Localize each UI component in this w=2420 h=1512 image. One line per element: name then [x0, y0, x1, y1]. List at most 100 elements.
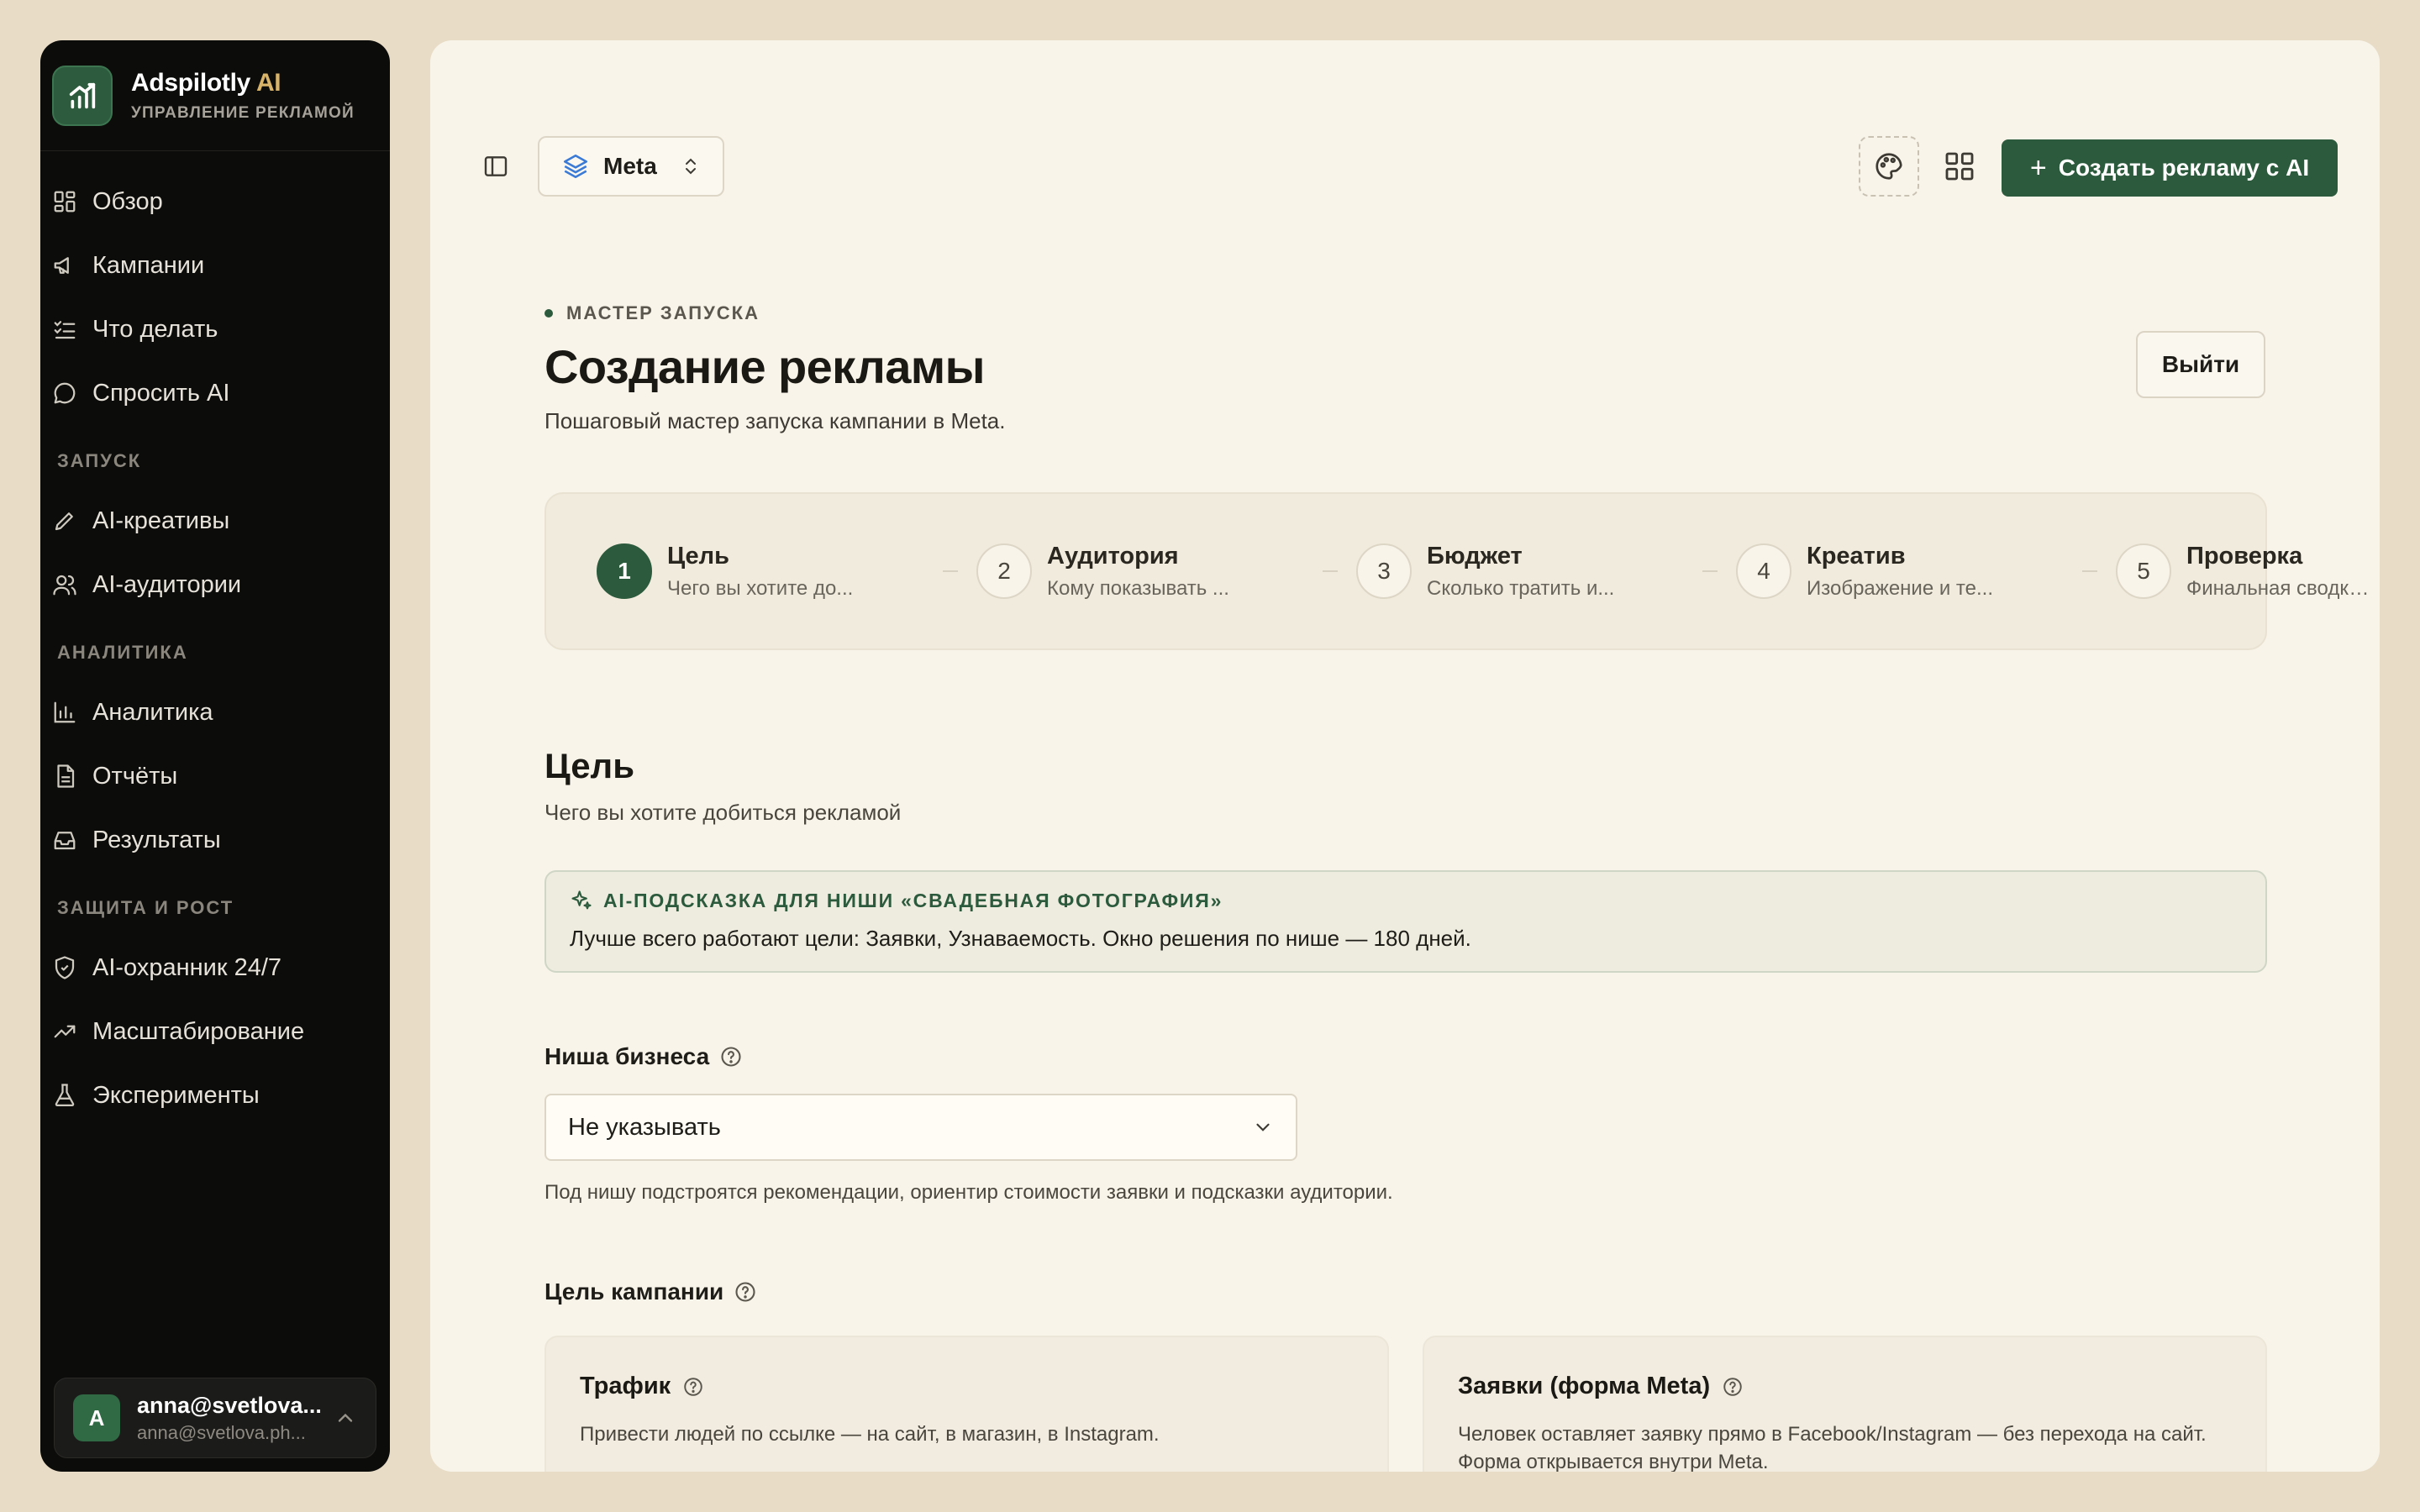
- main-panel: Meta + Создать рекламу с AI МАСТЕР ЗАПУС…: [430, 40, 2380, 1472]
- niche-select-value: Не указывать: [568, 1113, 721, 1141]
- step-title: Креатив: [1807, 542, 1906, 570]
- inbox-icon: [54, 832, 76, 850]
- exit-button[interactable]: Выйти: [2136, 331, 2265, 398]
- chevron-up-icon: [338, 1413, 353, 1422]
- card-title: Трафик: [580, 1373, 671, 1399]
- trending-up-icon: [54, 1025, 76, 1038]
- eyebrow-label: МАСТЕР ЗАПУСКА: [566, 302, 760, 323]
- apps-grid-icon[interactable]: [1943, 150, 1976, 183]
- brand-logo-icon: [52, 65, 113, 126]
- help-circle-icon[interactable]: [1722, 1376, 1744, 1398]
- sidebar-item-label: Аналитика: [92, 698, 213, 726]
- step-title: Бюджет: [1427, 542, 1523, 570]
- sidebar-item-scaling[interactable]: Масштабирование: [40, 1000, 390, 1063]
- brand-subtitle: УПРАВЛЕНИЕ РЕКЛАМОЙ: [131, 103, 355, 122]
- sidebar-item-todo[interactable]: Что делать: [40, 297, 390, 361]
- chat-icon: [54, 382, 76, 404]
- sidebar-item-ai-guard[interactable]: AI-охранник 24/7: [40, 936, 390, 1000]
- sidebar-item-label: Результаты: [92, 826, 221, 853]
- sidebar-item-results[interactable]: Результаты: [40, 808, 390, 872]
- step-goal[interactable]: 1 Цель Чего вы хотите до...: [597, 543, 924, 601]
- flask-icon: [55, 1084, 75, 1106]
- niche-select[interactable]: Не указывать: [544, 1094, 1297, 1161]
- sidebar-item-label: AI-охранник 24/7: [92, 953, 282, 981]
- sidebar-item-label: AI-креативы: [92, 507, 230, 534]
- plus-icon: +: [2029, 151, 2047, 184]
- section-title: Цель: [544, 746, 635, 785]
- help-circle-icon[interactable]: [719, 1045, 743, 1068]
- sidebar-item-ai-audiences[interactable]: AI-аудитории: [40, 553, 390, 617]
- card-description: Привести людей по ссылке — на сайт, в ма…: [580, 1423, 1160, 1446]
- niche-label: Ниша бизнеса: [544, 1043, 743, 1070]
- step-title: Проверка: [2186, 542, 2303, 570]
- sidebar-item-overview[interactable]: Обзор: [40, 170, 390, 234]
- sidebar-item-label: AI-аудитории: [92, 570, 242, 598]
- page-title: Создание рекламы: [544, 340, 985, 393]
- step-number: 2: [976, 543, 1032, 599]
- checklist-icon: [54, 321, 76, 339]
- sidebar-item-label: Эксперименты: [92, 1081, 260, 1109]
- brand-accent: AI: [255, 68, 281, 97]
- sidebar-item-ask-ai[interactable]: Спросить AI: [40, 361, 390, 425]
- step-creative[interactable]: 4 Креатив Изображение и те...: [1736, 543, 2064, 601]
- user-menu[interactable]: A anna@svetlova... anna@svetlova.ph...: [54, 1378, 376, 1458]
- section-subtitle: Чего вы хотите добиться рекламой: [544, 800, 902, 825]
- step-title: Цель: [667, 542, 729, 570]
- page-subtitle: Пошаговый мастер запуска кампании в Meta…: [544, 408, 1006, 433]
- sidebar-toggle-icon[interactable]: [482, 153, 509, 180]
- eyebrow: МАСТЕР ЗАПУСКА: [544, 302, 760, 324]
- brand[interactable]: Adspilotly AI УПРАВЛЕНИЕ РЕКЛАМОЙ: [40, 40, 390, 151]
- sidebar-item-label: Спросить AI: [92, 379, 230, 407]
- user-name: anna@svetlova...: [137, 1392, 322, 1418]
- ai-hint-body: Лучше всего работают цели: Заявки, Узнав…: [570, 926, 1471, 951]
- brand-name: Adspilotly AI: [131, 68, 281, 97]
- step-number: 3: [1356, 543, 1412, 599]
- step-separator: [1702, 570, 1718, 572]
- palette-icon: [1876, 153, 1902, 180]
- step-number: 5: [2116, 543, 2171, 599]
- objective-card-traffic[interactable]: Трафик Привести людей по ссылке — на сай…: [544, 1336, 1389, 1472]
- sidebar-nav: Обзор Кампании Что делать Спросить AI ЗА…: [40, 151, 390, 1127]
- help-circle-icon[interactable]: [734, 1280, 757, 1304]
- step-desc: Изображение и те...: [1807, 576, 1993, 600]
- platform-value: Meta: [603, 153, 657, 179]
- niche-help-text: Под нишу подстроятся рекомендации, ориен…: [544, 1181, 1393, 1204]
- ai-hint-heading: AI-ПОДСКАЗКА ДЛЯ НИШИ «СВАДЕБНАЯ ФОТОГРА…: [603, 889, 1223, 911]
- create-ad-ai-button[interactable]: + Создать рекламу с AI: [2002, 139, 2338, 197]
- step-budget[interactable]: 3 Бюджет Сколько тратить и...: [1356, 543, 1684, 601]
- dot-icon: [544, 309, 553, 318]
- sidebar-item-campaigns[interactable]: Кампании: [40, 234, 390, 297]
- sidebar-section-growth: ЗАЩИТА И РОСТ: [57, 897, 234, 918]
- sidebar-item-experiments[interactable]: Эксперименты: [40, 1063, 390, 1127]
- chevron-down-icon: [1256, 1123, 1270, 1131]
- sidebar-item-label: Масштабирование: [92, 1017, 305, 1045]
- bar-chart-icon: [54, 701, 76, 723]
- user-email: anna@svetlova.ph...: [137, 1421, 306, 1443]
- grid-icon: [54, 191, 76, 213]
- document-icon: [57, 764, 75, 788]
- sidebar-item-label: Кампании: [92, 251, 205, 279]
- pen-icon: [55, 512, 73, 531]
- objective-label: Цель кампании: [544, 1278, 757, 1305]
- step-audience[interactable]: 2 Аудитория Кому показывать ...: [976, 543, 1304, 601]
- users-icon: [53, 575, 76, 596]
- shield-icon: [55, 956, 75, 979]
- theme-button[interactable]: [1859, 136, 1919, 197]
- sidebar: Adspilotly AI УПРАВЛЕНИЕ РЕКЛАМОЙ Обзор …: [40, 40, 390, 1472]
- step-number: 1: [597, 543, 652, 599]
- platform-select[interactable]: Meta: [538, 136, 724, 197]
- step-desc: Финальная сводка и п...: [2186, 576, 2380, 600]
- wizard-stepper: 1 Цель Чего вы хотите до... 2 Аудитория …: [544, 492, 2380, 650]
- objective-card-leads[interactable]: Заявки (форма Meta) Человек оставляет за…: [1423, 1336, 2267, 1472]
- step-title: Аудитория: [1047, 542, 1179, 570]
- sidebar-item-reports[interactable]: Отчёты: [40, 744, 390, 808]
- help-circle-icon[interactable]: [682, 1376, 704, 1398]
- step-separator: [1323, 570, 1338, 572]
- sidebar-item-ai-creatives[interactable]: AI-креативы: [40, 489, 390, 553]
- step-desc: Кому показывать ...: [1047, 576, 1229, 600]
- sidebar-item-analytics[interactable]: Аналитика: [40, 680, 390, 744]
- megaphone-icon: [54, 257, 69, 274]
- step-review[interactable]: 5 Проверка Финальная сводка и п...: [2116, 543, 2380, 601]
- layers-icon: [563, 154, 588, 179]
- step-separator: [943, 570, 958, 572]
